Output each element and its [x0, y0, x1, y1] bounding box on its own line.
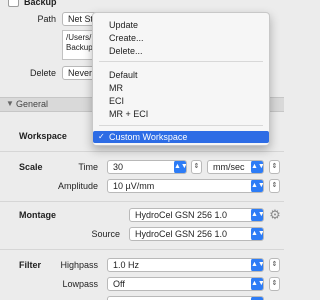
backup-checkbox[interactable]: [8, 0, 19, 7]
menu-item-eci[interactable]: ECI: [93, 95, 269, 107]
time-label: Time: [78, 162, 98, 172]
gear-icon[interactable]: ⚙: [268, 208, 282, 222]
chevron-updown-icon: ▲▼: [251, 209, 263, 221]
time-stepper[interactable]: ⇕: [191, 160, 202, 174]
lowpass-stepper[interactable]: ⇕: [269, 277, 280, 291]
backup-label: Backup: [24, 0, 57, 7]
highpass-popup[interactable]: 1.0 Hz ▲▼: [107, 258, 264, 272]
time-unit-popup[interactable]: mm/sec ▲▼: [207, 160, 264, 174]
menu-item-delete[interactable]: Delete...: [93, 45, 269, 57]
menu-item-create[interactable]: Create...: [93, 32, 269, 44]
time-popup[interactable]: 30 ▲▼: [107, 160, 187, 174]
general-section-title: General: [16, 99, 49, 109]
workspace-label: Workspace: [19, 131, 67, 141]
chevron-updown-icon: ▲▼: [251, 259, 263, 271]
menu-separator: [99, 61, 263, 62]
delete-label: Delete: [29, 68, 56, 78]
chevron-updown-icon: ▲▼: [251, 297, 263, 300]
divider: [0, 249, 284, 250]
menu-item-mr[interactable]: MR: [93, 82, 269, 94]
time-unit-value: mm/sec: [213, 162, 245, 172]
menu-item-update[interactable]: Update: [93, 19, 269, 31]
workspace-dropdown-menu[interactable]: Update Create... Delete... Default MR EC…: [92, 12, 270, 146]
divider: [0, 201, 284, 202]
menu-item-default[interactable]: Default: [93, 69, 269, 81]
checkmark-icon: ✓: [98, 132, 105, 141]
divider: [0, 151, 284, 152]
disclosure-triangle-icon[interactable]: ▼: [6, 99, 14, 108]
scale-label: Scale: [19, 162, 43, 172]
montage-value: HydroCel GSN 256 1.0: [135, 210, 228, 220]
next-popup-partial[interactable]: ▲▼: [107, 296, 264, 300]
montage-label: Montage: [19, 210, 56, 220]
menu-item-custom-workspace[interactable]: ✓ Custom Workspace: [93, 131, 269, 143]
chevron-updown-icon: ▲▼: [251, 180, 263, 192]
lowpass-value: Off: [113, 279, 125, 289]
highpass-label: Highpass: [60, 260, 98, 270]
chevron-updown-icon: ▲▼: [174, 161, 186, 173]
source-value: HydroCel GSN 256 1.0: [135, 229, 228, 239]
amplitude-value: 10 µV/mm: [113, 181, 155, 191]
menu-item-mr-eci[interactable]: MR + ECI: [93, 108, 269, 120]
chevron-updown-icon: ▲▼: [251, 278, 263, 290]
highpass-value: 1.0 Hz: [113, 260, 140, 270]
time-unit-stepper[interactable]: ⇕: [269, 160, 280, 174]
montage-popup[interactable]: HydroCel GSN 256 1.0 ▲▼: [129, 208, 264, 222]
chevron-updown-icon: ▲▼: [251, 161, 263, 173]
source-label: Source: [91, 229, 120, 239]
lowpass-popup[interactable]: Off ▲▼: [107, 277, 264, 291]
time-value: 30: [113, 162, 124, 172]
amplitude-stepper[interactable]: ⇕: [269, 179, 280, 193]
delete-popup-value: Never: [68, 68, 93, 78]
menu-separator: [99, 125, 263, 126]
highpass-stepper[interactable]: ⇕: [269, 258, 280, 272]
lowpass-label: Lowpass: [62, 279, 98, 289]
chevron-updown-icon: ▲▼: [251, 228, 263, 240]
path-label: Path: [37, 14, 56, 24]
amplitude-label: Amplitude: [57, 181, 98, 191]
source-popup[interactable]: HydroCel GSN 256 1.0 ▲▼: [129, 227, 264, 241]
filter-label: Filter: [19, 260, 42, 270]
menu-item-custom-workspace-label: Custom Workspace: [109, 132, 188, 142]
amplitude-popup[interactable]: 10 µV/mm ▲▼: [107, 179, 264, 193]
